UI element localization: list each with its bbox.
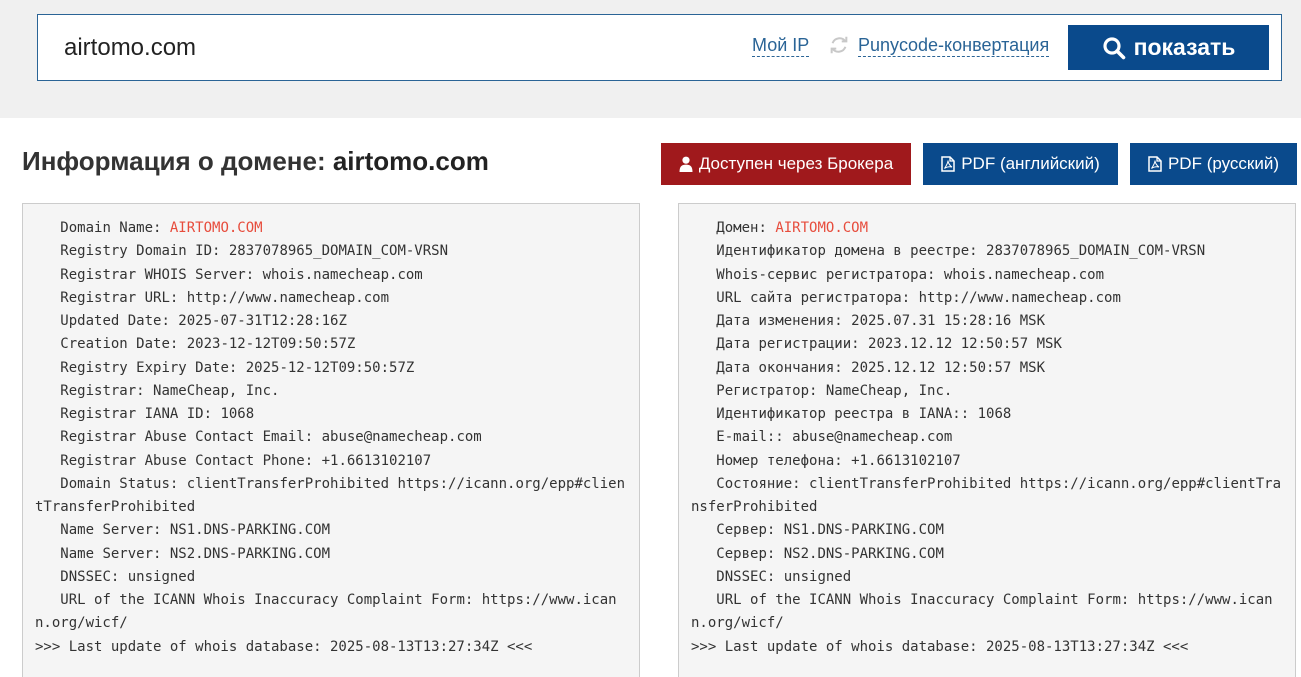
whois-line: Сервер: NS1.DNS-PARKING.COM xyxy=(691,522,944,539)
whois-russian-panel: Домен: AIRTOMO.COM Идентификатор домена … xyxy=(678,203,1296,677)
whois-line: URL сайта регистратора: http://www.namec… xyxy=(691,289,1121,306)
whois-line: Name Server: NS1.DNS-PARKING.COM xyxy=(35,522,331,539)
pdf-file-icon xyxy=(1148,156,1162,172)
whois-line: URL of the ICANN Whois Inaccuracy Compla… xyxy=(35,592,617,632)
whois-line: Name Server: NS2.DNS-PARKING.COM xyxy=(35,545,331,562)
whois-line: Идентификатор домена в реестре: 28370789… xyxy=(691,243,1206,260)
whois-line: Registrar Abuse Contact Email: abuse@nam… xyxy=(35,429,482,446)
whois-line: Whois-сервис регистратора: whois.nameche… xyxy=(691,266,1105,283)
whois-line: Registrar IANA ID: 1068 xyxy=(35,406,255,422)
broker-button-label: Доступен через Брокера xyxy=(698,154,894,173)
whois-line: DNSSEC: unsigned xyxy=(35,568,196,585)
domain-search-input[interactable] xyxy=(64,31,724,65)
whois-line: Domain Name: AIRTOMO.COM xyxy=(35,217,627,240)
whois-line: >>> Last update of whois database: 2025-… xyxy=(691,638,1189,655)
page-title-domain: airtomo.com xyxy=(332,146,489,176)
pdf-english-button[interactable]: PDF (английский) xyxy=(923,143,1118,185)
pdf-russian-label: PDF (русский) xyxy=(1167,154,1280,173)
whois-line: Состояние: clientTransferProhibited http… xyxy=(691,475,1282,515)
whois-line: Сервер: NS2.DNS-PARKING.COM xyxy=(691,545,944,562)
whois-line: E-mail:: abuse@namecheap.com xyxy=(691,429,953,446)
whois-line: Domain Status: clientTransferProhibited … xyxy=(35,475,626,515)
domain-name-value: AIRTOMO.COM xyxy=(775,220,869,236)
whois-line: Registry Expiry Date: 2025-12-12T09:50:5… xyxy=(35,359,415,376)
my-ip-link[interactable]: Мой IP xyxy=(752,34,810,57)
show-button[interactable]: показать xyxy=(1068,25,1269,70)
whois-line: Creation Date: 2023-12-12T09:50:57Z xyxy=(35,336,356,353)
broker-button[interactable]: Доступен через Брокера xyxy=(661,143,911,185)
whois-line: Регистратор: NameCheap, Inc. xyxy=(691,382,953,399)
whois-line: Registry Domain ID: 2837078965_DOMAIN_CO… xyxy=(35,243,449,260)
whois-line: Registrar: NameCheap, Inc. xyxy=(35,382,280,399)
whois-english-panel: Domain Name: AIRTOMO.COM Registry Domain… xyxy=(22,203,640,677)
whois-line: Дата регистрации: 2023.12.12 12:50:57 MS… xyxy=(691,336,1062,353)
whois-line: URL of the ICANN Whois Inaccuracy Compla… xyxy=(691,592,1273,632)
punycode-link[interactable]: Punycode-конвертация xyxy=(858,34,1050,57)
search-band: Мой IP Punycode-конвертация показать xyxy=(0,0,1301,118)
show-button-label: показать xyxy=(1133,34,1236,60)
whois-line: DNSSEC: unsigned xyxy=(691,568,852,585)
pdf-english-label: PDF (английский) xyxy=(961,154,1100,173)
search-box: Мой IP Punycode-конвертация показать xyxy=(37,14,1282,81)
refresh-icon xyxy=(830,36,848,54)
whois-line: Идентификатор реестра в IANA:: 1068 xyxy=(691,406,1012,422)
page-title: Информация о домене: airtomo.com xyxy=(22,146,489,177)
whois-line: Registrar URL: http://www.namecheap.com xyxy=(35,289,390,306)
domain-name-value: AIRTOMO.COM xyxy=(169,220,263,236)
pdf-file-icon xyxy=(941,156,955,172)
page-title-prefix: Информация о домене: xyxy=(22,146,333,176)
domain-name-key: Домен: xyxy=(691,220,776,236)
pdf-russian-button[interactable]: PDF (русский) xyxy=(1130,143,1297,185)
whois-line: Registrar WHOIS Server: whois.namecheap.… xyxy=(35,266,423,283)
whois-line: Дата изменения: 2025.07.31 15:28:16 MSK xyxy=(691,313,1046,329)
domain-name-key: Domain Name: xyxy=(35,220,170,236)
user-icon xyxy=(679,156,693,172)
whois-line: Registrar Abuse Contact Phone: +1.661310… xyxy=(35,452,432,469)
whois-line: Номер телефона: +1.6613102107 xyxy=(691,452,961,469)
whois-line: Updated Date: 2025-07-31T12:28:16Z xyxy=(35,313,347,329)
whois-line: >>> Last update of whois database: 2025-… xyxy=(35,638,533,655)
whois-line: Домен: AIRTOMO.COM xyxy=(691,217,1283,240)
whois-line: Дата окончания: 2025.12.12 12:50:57 MSK xyxy=(691,359,1046,376)
search-icon xyxy=(1102,36,1125,59)
